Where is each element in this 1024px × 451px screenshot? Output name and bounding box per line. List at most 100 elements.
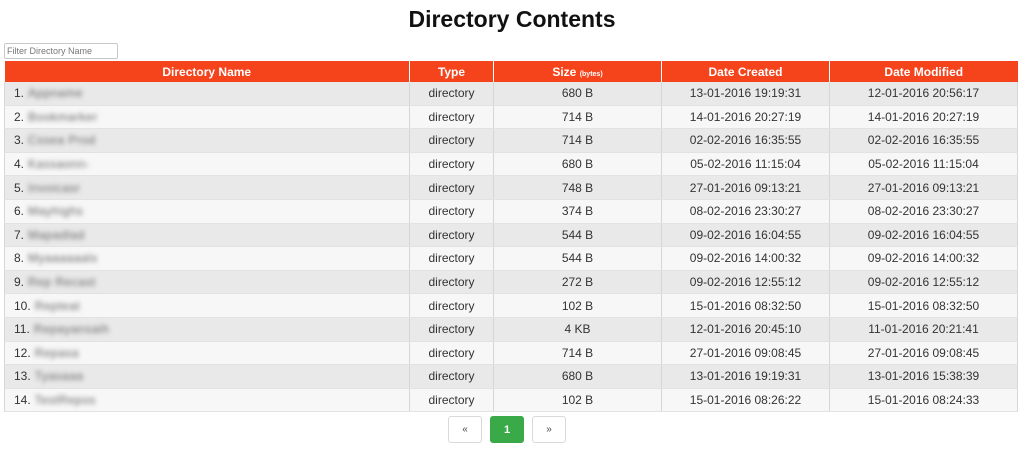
header-date-created[interactable]: Date Created xyxy=(661,61,830,82)
directory-name[interactable]: Repteat xyxy=(35,299,81,313)
cell-directory-name[interactable]: 2. Bookmarker xyxy=(4,105,410,130)
cell-type: directory xyxy=(409,128,494,153)
table-row[interactable]: 14. TestRepos directory 102 B 15-01-2016 … xyxy=(4,388,1018,413)
cell-date-modified: 14-01-2016 20:27:19 xyxy=(829,105,1018,130)
directory-name[interactable]: Mapadlad xyxy=(28,228,85,242)
directory-name[interactable]: Tyasaaa xyxy=(35,369,84,383)
cell-size: 714 B xyxy=(493,341,662,366)
page-1-button[interactable]: 1 xyxy=(490,416,524,443)
cell-date-created: 09-02-2016 16:04:55 xyxy=(661,223,830,248)
header-size-unit: (bytes) xyxy=(579,70,603,78)
cell-directory-name[interactable]: 13. Tyasaaa xyxy=(4,364,410,389)
directory-name[interactable]: Cssea Prod xyxy=(28,133,96,147)
table-row[interactable]: 13. Tyasaaa directory 680 B 13-01-2016 19… xyxy=(4,364,1018,389)
cell-size: 680 B xyxy=(493,82,662,106)
cell-date-created: 08-02-2016 23:30:27 xyxy=(661,199,830,224)
row-index: 10. xyxy=(14,298,31,313)
header-size-label: Size xyxy=(552,64,577,79)
directory-name[interactable]: Repasa xyxy=(35,346,79,360)
table-header: Directory Name Type Size (bytes) Date Cr… xyxy=(4,61,1018,82)
cell-directory-name[interactable]: 7. Mapadlad xyxy=(4,223,410,248)
next-page-button[interactable]: » xyxy=(532,416,566,443)
cell-date-modified: 15-01-2016 08:24:33 xyxy=(829,388,1018,413)
directory-name[interactable]: Invoicasr xyxy=(28,181,81,195)
cell-type: directory xyxy=(409,223,494,248)
cell-directory-name[interactable]: 1. Appname xyxy=(4,82,410,106)
cell-directory-name[interactable]: 8. Myaaaaaalx xyxy=(4,246,410,271)
table-row[interactable]: 8. Myaaaaaalx directory 544 B 09-02-2016 … xyxy=(4,246,1018,271)
directory-name[interactable]: Bookmarker xyxy=(28,110,98,124)
table-row[interactable]: 9. Rep Recast directory 272 B 09-02-2016 … xyxy=(4,270,1018,295)
cell-size: 748 B xyxy=(493,175,662,200)
row-index: 14. xyxy=(14,393,31,408)
table-row[interactable]: 11. Repayansaih directory 4 KB 12-01-2016… xyxy=(4,317,1018,342)
header-row: Directory Name Type Size (bytes) Date Cr… xyxy=(4,61,1018,82)
cell-directory-name[interactable]: 3. Cssea Prod xyxy=(4,128,410,153)
table-row[interactable]: 2. Bookmarker directory 714 B 14-01-2016 … xyxy=(4,105,1018,130)
directory-name[interactable]: Rep Recast xyxy=(28,275,96,289)
cell-size: 714 B xyxy=(493,105,662,130)
cell-date-created: 14-01-2016 20:27:19 xyxy=(661,105,830,130)
row-index: 7. xyxy=(14,227,25,242)
cell-directory-name[interactable]: 12. Repasa xyxy=(4,341,410,366)
cell-type: directory xyxy=(409,317,494,342)
header-directory-name[interactable]: Directory Name xyxy=(4,61,410,82)
cell-directory-name[interactable]: 9. Rep Recast xyxy=(4,270,410,295)
cell-type: directory xyxy=(409,175,494,200)
table-row[interactable]: 4. Kassaonn- directory 680 B 05-02-2016 1… xyxy=(4,152,1018,177)
table-row[interactable]: 7. Mapadlad directory 544 B 09-02-2016 16… xyxy=(4,223,1018,248)
cell-size: 680 B xyxy=(493,152,662,177)
pagination: « 1 » xyxy=(448,416,566,443)
directory-name[interactable]: Repayansaih xyxy=(34,322,110,336)
cell-type: directory xyxy=(409,364,494,389)
row-index: 6. xyxy=(14,204,25,219)
directory-name[interactable]: Kassaonn- xyxy=(28,157,90,171)
cell-date-modified: 11-01-2016 20:21:41 xyxy=(829,317,1018,342)
cell-date-modified: 09-02-2016 12:55:12 xyxy=(829,270,1018,295)
table-row[interactable]: 3. Cssea Prod directory 714 B 02-02-2016 … xyxy=(4,128,1018,153)
cell-date-created: 02-02-2016 16:35:55 xyxy=(661,128,830,153)
cell-size: 102 B xyxy=(493,293,662,318)
table-body: 1. Appname directory 680 B 13-01-2016 19:… xyxy=(4,82,1018,413)
cell-date-created: 15-01-2016 08:26:22 xyxy=(661,388,830,413)
row-index: 3. xyxy=(14,133,25,148)
cell-date-modified: 12-01-2016 20:56:17 xyxy=(829,82,1018,106)
cell-type: directory xyxy=(409,341,494,366)
table-row[interactable]: 6. Mayhighs directory 374 B 08-02-2016 23… xyxy=(4,199,1018,224)
header-type[interactable]: Type xyxy=(409,61,494,82)
row-index: 8. xyxy=(14,251,25,266)
header-size[interactable]: Size (bytes) xyxy=(493,61,662,82)
table-row[interactable]: 10. Repteat directory 102 B 15-01-2016 08… xyxy=(4,293,1018,318)
table-row[interactable]: 1. Appname directory 680 B 13-01-2016 19:… xyxy=(4,82,1018,106)
directory-name[interactable]: Mayhighs xyxy=(28,204,83,218)
table-row[interactable]: 12. Repasa directory 714 B 27-01-2016 09:… xyxy=(4,341,1018,366)
cell-size: 4 KB xyxy=(493,317,662,342)
cell-directory-name[interactable]: 10. Repteat xyxy=(4,293,410,318)
cell-directory-name[interactable]: 5. Invoicasr xyxy=(4,175,410,200)
cell-directory-name[interactable]: 14. TestRepos xyxy=(4,388,410,413)
cell-date-created: 05-02-2016 11:15:04 xyxy=(661,152,830,177)
cell-date-modified: 09-02-2016 16:04:55 xyxy=(829,223,1018,248)
directory-name[interactable]: Appname xyxy=(28,86,83,100)
cell-directory-name[interactable]: 6. Mayhighs xyxy=(4,199,410,224)
header-date-modified[interactable]: Date Modified xyxy=(829,61,1018,82)
cell-directory-name[interactable]: 11. Repayansaih xyxy=(4,317,410,342)
cell-date-created: 15-01-2016 08:32:50 xyxy=(661,293,830,318)
directory-name[interactable]: TestRepos xyxy=(35,393,96,407)
directory-name[interactable]: Myaaaaaalx xyxy=(28,251,98,265)
cell-date-created: 12-01-2016 20:45:10 xyxy=(661,317,830,342)
cell-type: directory xyxy=(409,199,494,224)
row-index: 12. xyxy=(14,345,31,360)
row-index: 11. xyxy=(14,322,30,337)
cell-date-modified: 02-02-2016 16:35:55 xyxy=(829,128,1018,153)
table-row[interactable]: 5. Invoicasr directory 748 B 27-01-2016 0… xyxy=(4,175,1018,200)
previous-page-button[interactable]: « xyxy=(448,416,482,443)
cell-type: directory xyxy=(409,105,494,130)
row-index: 9. xyxy=(14,275,25,290)
cell-date-modified: 13-01-2016 15:38:39 xyxy=(829,364,1018,389)
cell-date-created: 09-02-2016 12:55:12 xyxy=(661,270,830,295)
cell-size: 544 B xyxy=(493,246,662,271)
filter-directory-input[interactable] xyxy=(4,43,118,59)
cell-directory-name[interactable]: 4. Kassaonn- xyxy=(4,152,410,177)
row-index: 5. xyxy=(14,180,25,195)
